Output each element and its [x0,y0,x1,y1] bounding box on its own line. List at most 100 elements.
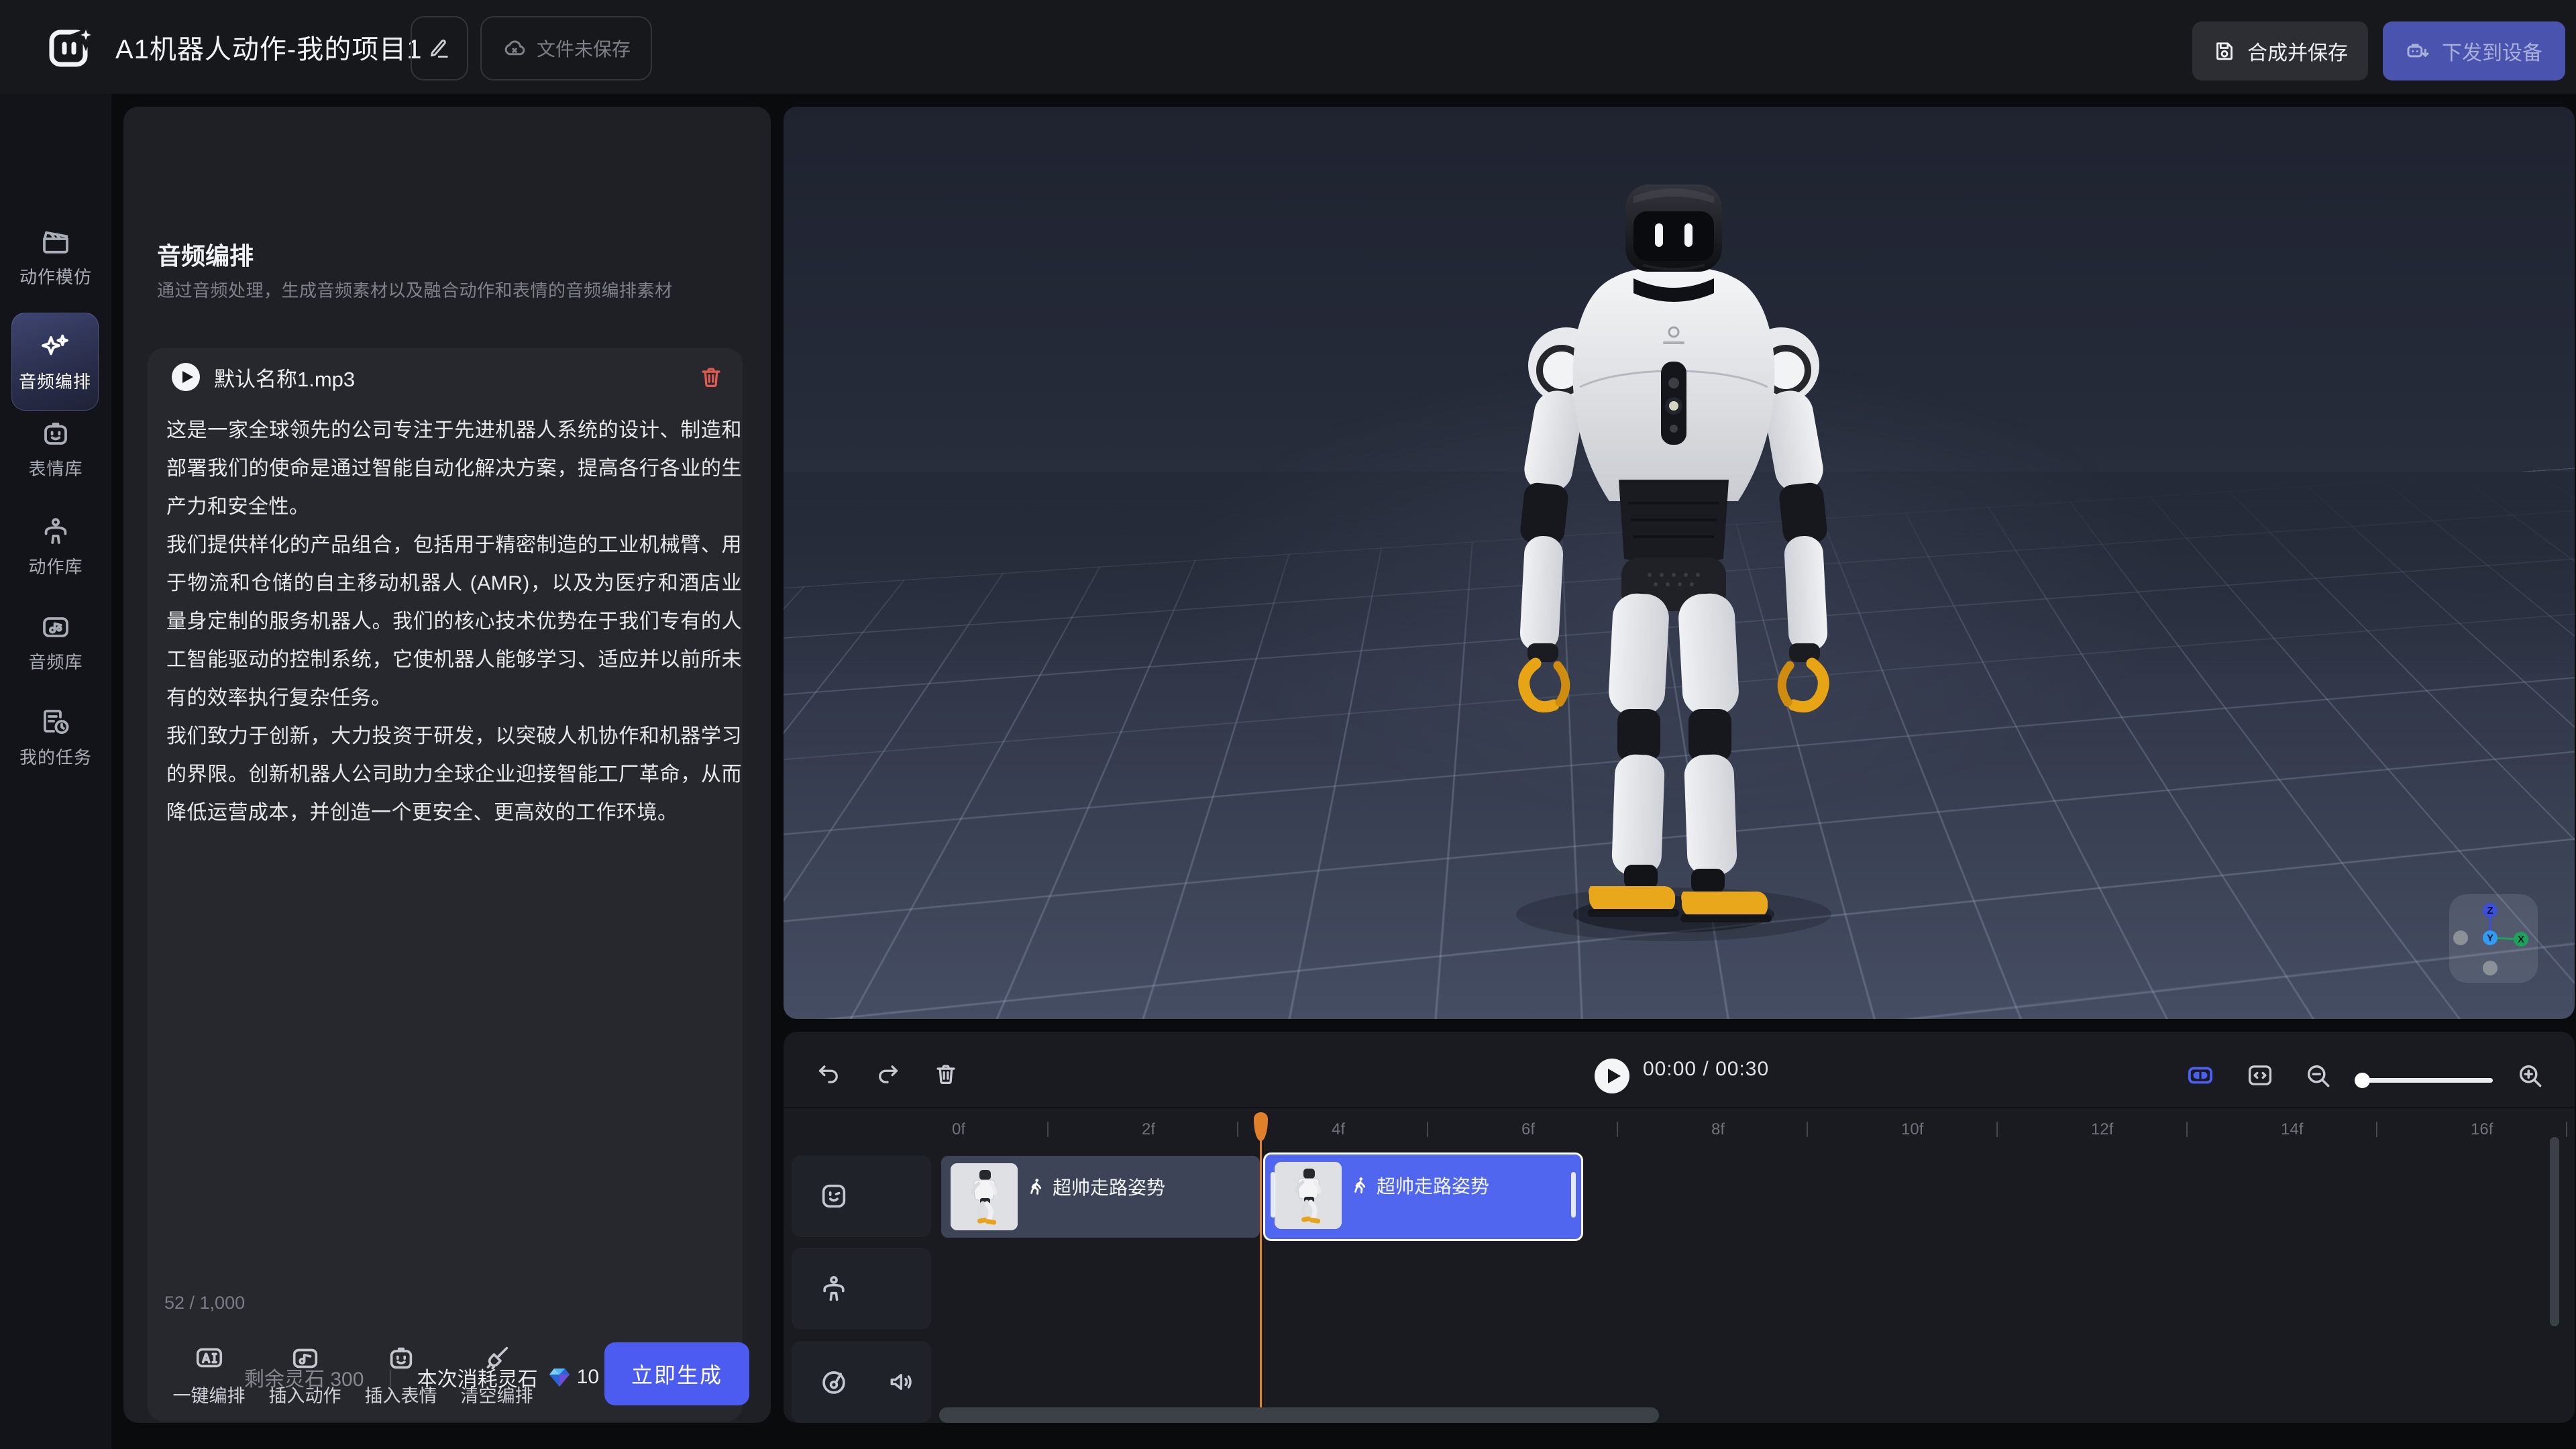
ruler-tick [1996,1122,1998,1137]
clip-trim-handle-left[interactable] [1271,1172,1275,1218]
panel-subtitle: 通过音频处理，生成音频素材以及融合动作和表情的音频编排素材 [157,277,673,302]
sidebar-item-motion-library[interactable]: 动作库 [7,515,105,578]
panel-footer: 剩余灵石 300 | 本次消耗灵石 10 立即生成 [123,1345,771,1409]
cost-value: 10 [577,1366,599,1389]
walking-icon [1350,1175,1370,1195]
footer-divider: | [388,1366,392,1388]
topbar: A1机器人动作-我的项目1 文件未保存 [0,0,2576,94]
track-header-motion[interactable] [792,1248,931,1330]
audio-file-name: 默认名称1.mp3 [214,362,355,392]
ruler-frame-label: 16f [2471,1120,2493,1139]
undo-button[interactable] [816,1061,842,1087]
playhead-line[interactable] [1260,1140,1262,1412]
save-icon [2212,39,2237,63]
ruler-tick [2186,1122,2188,1137]
audio-script-card: 默认名称1.mp3 这是一家全球领先的公司专注于先进机器人系统的设计、制造和部署… [148,348,743,1421]
timeline-vertical-scrollbar[interactable] [2550,1137,2559,1326]
sidebar-item-audio-arrange[interactable]: 音频编排 [11,313,99,411]
axis-x[interactable]: X [2514,932,2528,947]
sidebar-item-label: 音频库 [28,649,83,674]
timeline-clip-selected[interactable]: 超帅走路姿势 [1263,1152,1583,1241]
timeline-panel: 00:00 / 00:30 [784,1032,2575,1423]
audio-arrange-panel: 音频编排 通过音频处理，生成音频素材以及融合动作和表情的音频编排素材 默认名称1… [123,107,771,1423]
ruler-frame-label: 12f [2091,1120,2113,1139]
viewport-3d[interactable]: Z X Y [784,107,2575,1019]
axis-z[interactable]: Z [2483,903,2498,918]
timeline-clip[interactable]: 超帅走路姿势 [941,1156,1260,1238]
ruler-frame-label: 0f [952,1120,965,1139]
ruler-tick [1237,1122,1238,1137]
ruler-frame-label: 2f [1142,1120,1155,1139]
timeline-horizontal-scrollbar[interactable] [939,1407,1659,1423]
merge-save-label: 合成并保存 [2247,36,2348,66]
walking-icon [1026,1177,1046,1197]
axis-y[interactable]: Y [2483,930,2498,945]
left-nav-rail: 动作模仿 音频编排 表情库 [0,94,111,1449]
robot-face-icon [40,417,72,449]
sidebar-item-label: 动作模仿 [19,264,92,288]
script-paragraph: 这是一家全球领先的公司专注于先进机器人系统的设计、制造和部署我们的使命是通过智能… [166,411,742,526]
redo-button[interactable] [875,1061,900,1087]
axis-neg-x[interactable] [2453,930,2468,945]
ruler-tick [2566,1122,2567,1137]
sidebar-item-motion-mimic[interactable]: 动作模仿 [7,225,105,288]
play-button[interactable] [1594,1058,1630,1094]
music-card-icon [40,610,72,643]
timeline-zoom-slider[interactable] [2356,1078,2493,1083]
ruler-frame-label: 14f [2281,1120,2303,1139]
fit-timeline-button[interactable] [2246,1061,2274,1089]
gem-icon [547,1365,572,1389]
playback-controls: 00:00 / 00:30 [784,1032,2575,1108]
play-audio-button[interactable] [171,362,201,392]
remaining-gems-label: 剩余灵石 300 [244,1362,364,1392]
clip-thumbnail [951,1163,1018,1230]
timecode: 00:00 / 00:30 [1643,1032,1769,1107]
clapperboard-icon [40,225,72,258]
sidebar-item-label: 动作库 [28,553,83,578]
project-title: A1机器人动作-我的项目1 [115,0,423,94]
ruler-frame-label: 8f [1711,1120,1725,1139]
speaker-icon[interactable] [887,1367,916,1397]
person-icon [40,515,72,547]
sidebar-item-label: 我的任务 [19,744,92,769]
deploy-to-device-button[interactable]: 下发到设备 [2383,21,2565,80]
cost-label: 本次消耗灵石 [417,1362,538,1392]
slider-handle[interactable] [2355,1073,2370,1088]
sidebar-item-expression-library[interactable]: 表情库 [7,417,105,480]
file-save-status[interactable]: 文件未保存 [480,16,652,80]
sidebar-item-my-tasks[interactable]: 我的任务 [7,706,105,769]
deploy-label: 下发到设备 [2442,36,2542,66]
robot-download-icon [2406,38,2431,64]
orientation-gizmo[interactable]: Z X Y [2449,894,2538,983]
panel-title: 音频编排 [157,237,254,272]
axis-neg-z[interactable] [2483,961,2498,975]
zoom-in-icon[interactable] [2516,1061,2545,1091]
sidebar-item-audio-library[interactable]: 音频库 [7,610,105,674]
rename-button[interactable] [411,16,468,80]
app-window: A1机器人动作-我的项目1 文件未保存 [0,0,2576,1449]
delete-audio-button[interactable] [698,364,724,390]
cloud-off-icon [502,36,527,61]
script-text[interactable]: 这是一家全球领先的公司专注于先进机器人系统的设计、制造和部署我们的使命是通过智能… [166,411,742,832]
track-header-audio[interactable] [792,1341,931,1423]
clip-label: 超帅走路姿势 [1377,1172,1489,1199]
ruler-tick [1047,1122,1049,1137]
track-header-expression[interactable] [792,1155,931,1237]
ruler-tick [2376,1122,2377,1137]
zoom-out-icon[interactable] [2304,1061,2333,1091]
robot-model[interactable] [1472,164,1875,943]
snap-toggle-button[interactable] [2185,1061,2216,1089]
script-paragraph: 我们提供样化的产品组合，包括用于精密制造的工业机械臂、用于物流和仓储的自主移动机… [166,526,742,717]
app-logo-icon[interactable] [48,24,97,68]
char-count: 52 / 1,000 [164,1293,245,1313]
clip-label: 超帅走路姿势 [1053,1173,1165,1200]
clip-trim-handle-right[interactable] [1571,1172,1576,1218]
task-clock-icon [40,706,72,738]
timeline-ruler[interactable]: 0f2f4f6f8f10f12f14f16f [784,1108,2575,1152]
sidebar-item-label: 音频编排 [19,368,91,393]
delete-clip-button[interactable] [933,1061,959,1087]
generate-now-button[interactable]: 立即生成 [604,1342,749,1405]
merge-save-button[interactable]: 合成并保存 [2192,21,2368,80]
ruler-tick [1617,1122,1618,1137]
audio-file-row: 默认名称1.mp3 [171,356,724,398]
